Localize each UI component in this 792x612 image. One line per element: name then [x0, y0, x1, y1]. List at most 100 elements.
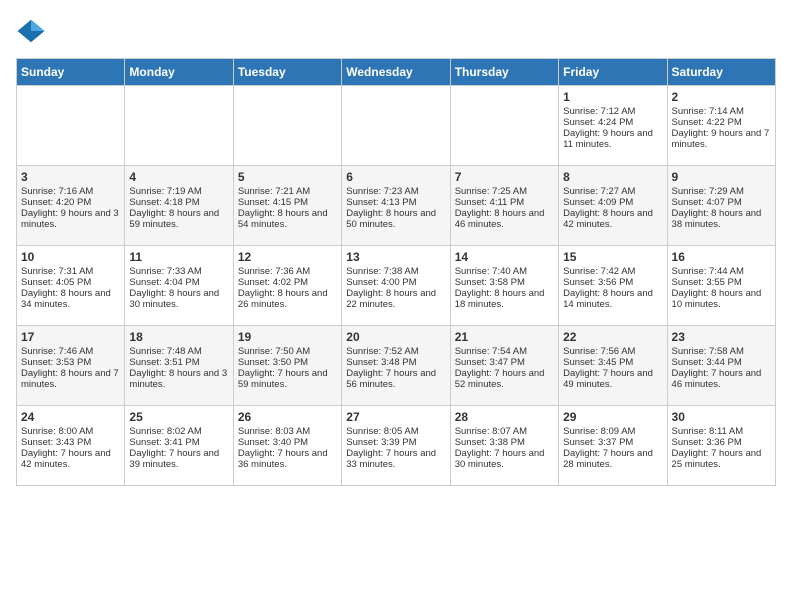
- calendar-cell: 17Sunrise: 7:46 AMSunset: 3:53 PMDayligh…: [17, 326, 125, 406]
- day-info-line: Daylight: 7 hours and 33 minutes.: [346, 448, 445, 470]
- day-info-line: Daylight: 7 hours and 49 minutes.: [563, 368, 662, 390]
- calendar-cell: 18Sunrise: 7:48 AMSunset: 3:51 PMDayligh…: [125, 326, 233, 406]
- calendar-header-row: SundayMondayTuesdayWednesdayThursdayFrid…: [17, 59, 776, 86]
- day-number: 11: [129, 250, 228, 264]
- day-info-line: Daylight: 8 hours and 54 minutes.: [238, 208, 337, 230]
- day-number: 8: [563, 170, 662, 184]
- day-info-line: Sunset: 3:53 PM: [21, 357, 120, 368]
- calendar-cell: 29 Sunrise: 8:09 AMSunset: 3:37 PMDayligh…: [559, 406, 667, 486]
- calendar-cell: 22Sunrise: 7:56 AMSunset: 3:45 PMDayligh…: [559, 326, 667, 406]
- day-number: 15: [563, 250, 662, 264]
- day-info-line: Daylight: 8 hours and 10 minutes.: [672, 288, 771, 310]
- day-number: 22: [563, 330, 662, 344]
- day-info-line: Sunrise: 7:46 AM: [21, 346, 120, 357]
- day-number: 29: [563, 410, 662, 424]
- day-number: 2: [672, 90, 771, 104]
- day-number: 23: [672, 330, 771, 344]
- calendar-cell: 28Sunrise: 8:07 AMSunset: 3:38 PMDayligh…: [450, 406, 558, 486]
- day-number: 6: [346, 170, 445, 184]
- day-info-line: Sunset: 3:43 PM: [21, 437, 120, 448]
- week-row-2: 3Sunrise: 7:16 AMSunset: 4:20 PMDaylight…: [17, 166, 776, 246]
- day-number: 30: [672, 410, 771, 424]
- calendar-cell: [450, 86, 558, 166]
- day-info-line: Sunset: 4:00 PM: [346, 277, 445, 288]
- day-info-line: Sunset: 4:15 PM: [238, 197, 337, 208]
- week-row-1: 1Sunrise: 7:12 AMSunset: 4:24 PMDaylight…: [17, 86, 776, 166]
- calendar-cell: 5Sunrise: 7:21 AMSunset: 4:15 PMDaylight…: [233, 166, 341, 246]
- day-number: 21: [455, 330, 554, 344]
- day-info-line: Daylight: 8 hours and 30 minutes.: [129, 288, 228, 310]
- col-header-thursday: Thursday: [450, 59, 558, 86]
- week-row-4: 17 Sunrise: 7:46 AMSunset: 3:53 PM Dayligh…: [17, 326, 776, 406]
- calendar-cell: 1 Sunrise: 7:12 AMSunset: 4:24 PMDaylight…: [559, 86, 667, 166]
- day-info-line: Daylight: 7 hours and 56 minutes.: [346, 368, 445, 390]
- day-number: 10: [21, 250, 120, 264]
- day-info-line: Sunrise: 7:56 AM: [563, 346, 662, 357]
- week-row-5: 24Sunrise: 8:00 AMSunset: 3:43 PMDayligh…: [17, 406, 776, 486]
- day-info-line: Sunset: 3:51 PM: [129, 357, 228, 368]
- day-info-line: Daylight: 8 hours and 34 minutes.: [21, 288, 120, 310]
- calendar-cell: 12Sunrise: 7:36 AMSunset: 4:02 PMDayligh…: [233, 246, 341, 326]
- day-info-line: Sunrise: 7:21 AM: [238, 186, 337, 197]
- calendar-cell: [17, 86, 125, 166]
- day-info-line: Daylight: 9 hours and 7 minutes.: [672, 128, 771, 150]
- day-info-line: Daylight: 8 hours and 18 minutes.: [455, 288, 554, 310]
- day-info-line: Sunrise: 7:16 AM: [21, 186, 120, 197]
- day-info-line: Sunset: 3:41 PM: [129, 437, 228, 448]
- col-header-tuesday: Tuesday: [233, 59, 341, 86]
- calendar-cell: 8Sunrise: 7:27 AMSunset: 4:09 PMDaylight…: [559, 166, 667, 246]
- day-number: 13: [346, 250, 445, 264]
- calendar-cell: 10Sunrise: 7:31 AMSunset: 4:05 PMDayligh…: [17, 246, 125, 326]
- day-number: 20: [346, 330, 445, 344]
- day-info-line: Daylight: 8 hours and 14 minutes.: [563, 288, 662, 310]
- calendar-cell: 24Sunrise: 8:00 AMSunset: 3:43 PMDayligh…: [17, 406, 125, 486]
- day-number: 27: [346, 410, 445, 424]
- day-info-line: Daylight: 8 hours and 38 minutes.: [672, 208, 771, 230]
- calendar-cell: 26Sunrise: 8:03 AMSunset: 3:40 PMDayligh…: [233, 406, 341, 486]
- day-number: 14: [455, 250, 554, 264]
- day-number: 25: [129, 410, 228, 424]
- day-info-line: Sunrise: 7:19 AM: [129, 186, 228, 197]
- day-info-line: Daylight: 7 hours and 28 minutes.: [563, 448, 662, 470]
- day-info-line: Sunrise: 7:23 AM: [346, 186, 445, 197]
- day-info-line: Daylight: 7 hours and 46 minutes.: [672, 368, 771, 390]
- logo: [16, 16, 50, 46]
- day-info-line: Daylight: 8 hours and 42 minutes.: [563, 208, 662, 230]
- calendar-cell: 9Sunrise: 7:29 AMSunset: 4:07 PMDaylight…: [667, 166, 775, 246]
- day-info-line: Sunset: 4:05 PM: [21, 277, 120, 288]
- col-header-friday: Friday: [559, 59, 667, 86]
- day-info-line: Sunrise: 8:00 AM: [21, 426, 120, 437]
- day-number: 1: [563, 90, 662, 104]
- calendar-cell: 19Sunrise: 7:50 AMSunset: 3:50 PMDayligh…: [233, 326, 341, 406]
- day-info-line: Sunrise: 7:33 AM: [129, 266, 228, 277]
- day-info-line: Daylight: 9 hours and 11 minutes.: [563, 128, 662, 150]
- day-info-line: Sunrise: 8:05 AM: [346, 426, 445, 437]
- day-info-line: Daylight: 9 hours and 3 minutes.: [21, 208, 120, 230]
- day-info-line: Sunset: 3:39 PM: [346, 437, 445, 448]
- day-info-line: Sunset: 3:36 PM: [672, 437, 771, 448]
- day-info-line: Sunset: 3:48 PM: [346, 357, 445, 368]
- calendar-cell: 7Sunrise: 7:25 AMSunset: 4:11 PMDaylight…: [450, 166, 558, 246]
- day-info-line: Sunset: 3:37 PM: [563, 437, 662, 448]
- day-info-line: Daylight: 7 hours and 25 minutes.: [672, 448, 771, 470]
- day-number: 12: [238, 250, 337, 264]
- day-info-line: Sunrise: 8:09 AM: [563, 426, 662, 437]
- day-info-line: Daylight: 8 hours and 59 minutes.: [129, 208, 228, 230]
- day-info-line: Sunset: 4:24 PM: [563, 117, 662, 128]
- day-info-line: Sunset: 3:38 PM: [455, 437, 554, 448]
- day-info-line: Sunrise: 7:58 AM: [672, 346, 771, 357]
- day-number: 17: [21, 330, 120, 344]
- day-info-line: Sunrise: 7:25 AM: [455, 186, 554, 197]
- day-info-line: Daylight: 7 hours and 59 minutes.: [238, 368, 337, 390]
- day-info-line: Sunset: 3:55 PM: [672, 277, 771, 288]
- day-number: 26: [238, 410, 337, 424]
- calendar-cell: [125, 86, 233, 166]
- col-header-sunday: Sunday: [17, 59, 125, 86]
- day-info-line: Sunrise: 7:12 AM: [563, 106, 662, 117]
- day-info-line: Sunset: 4:07 PM: [672, 197, 771, 208]
- day-info-line: Daylight: 7 hours and 30 minutes.: [455, 448, 554, 470]
- day-info-line: Sunset: 4:20 PM: [21, 197, 120, 208]
- day-info-line: Sunrise: 7:14 AM: [672, 106, 771, 117]
- day-info-line: Sunrise: 8:11 AM: [672, 426, 771, 437]
- day-info-line: Sunset: 4:02 PM: [238, 277, 337, 288]
